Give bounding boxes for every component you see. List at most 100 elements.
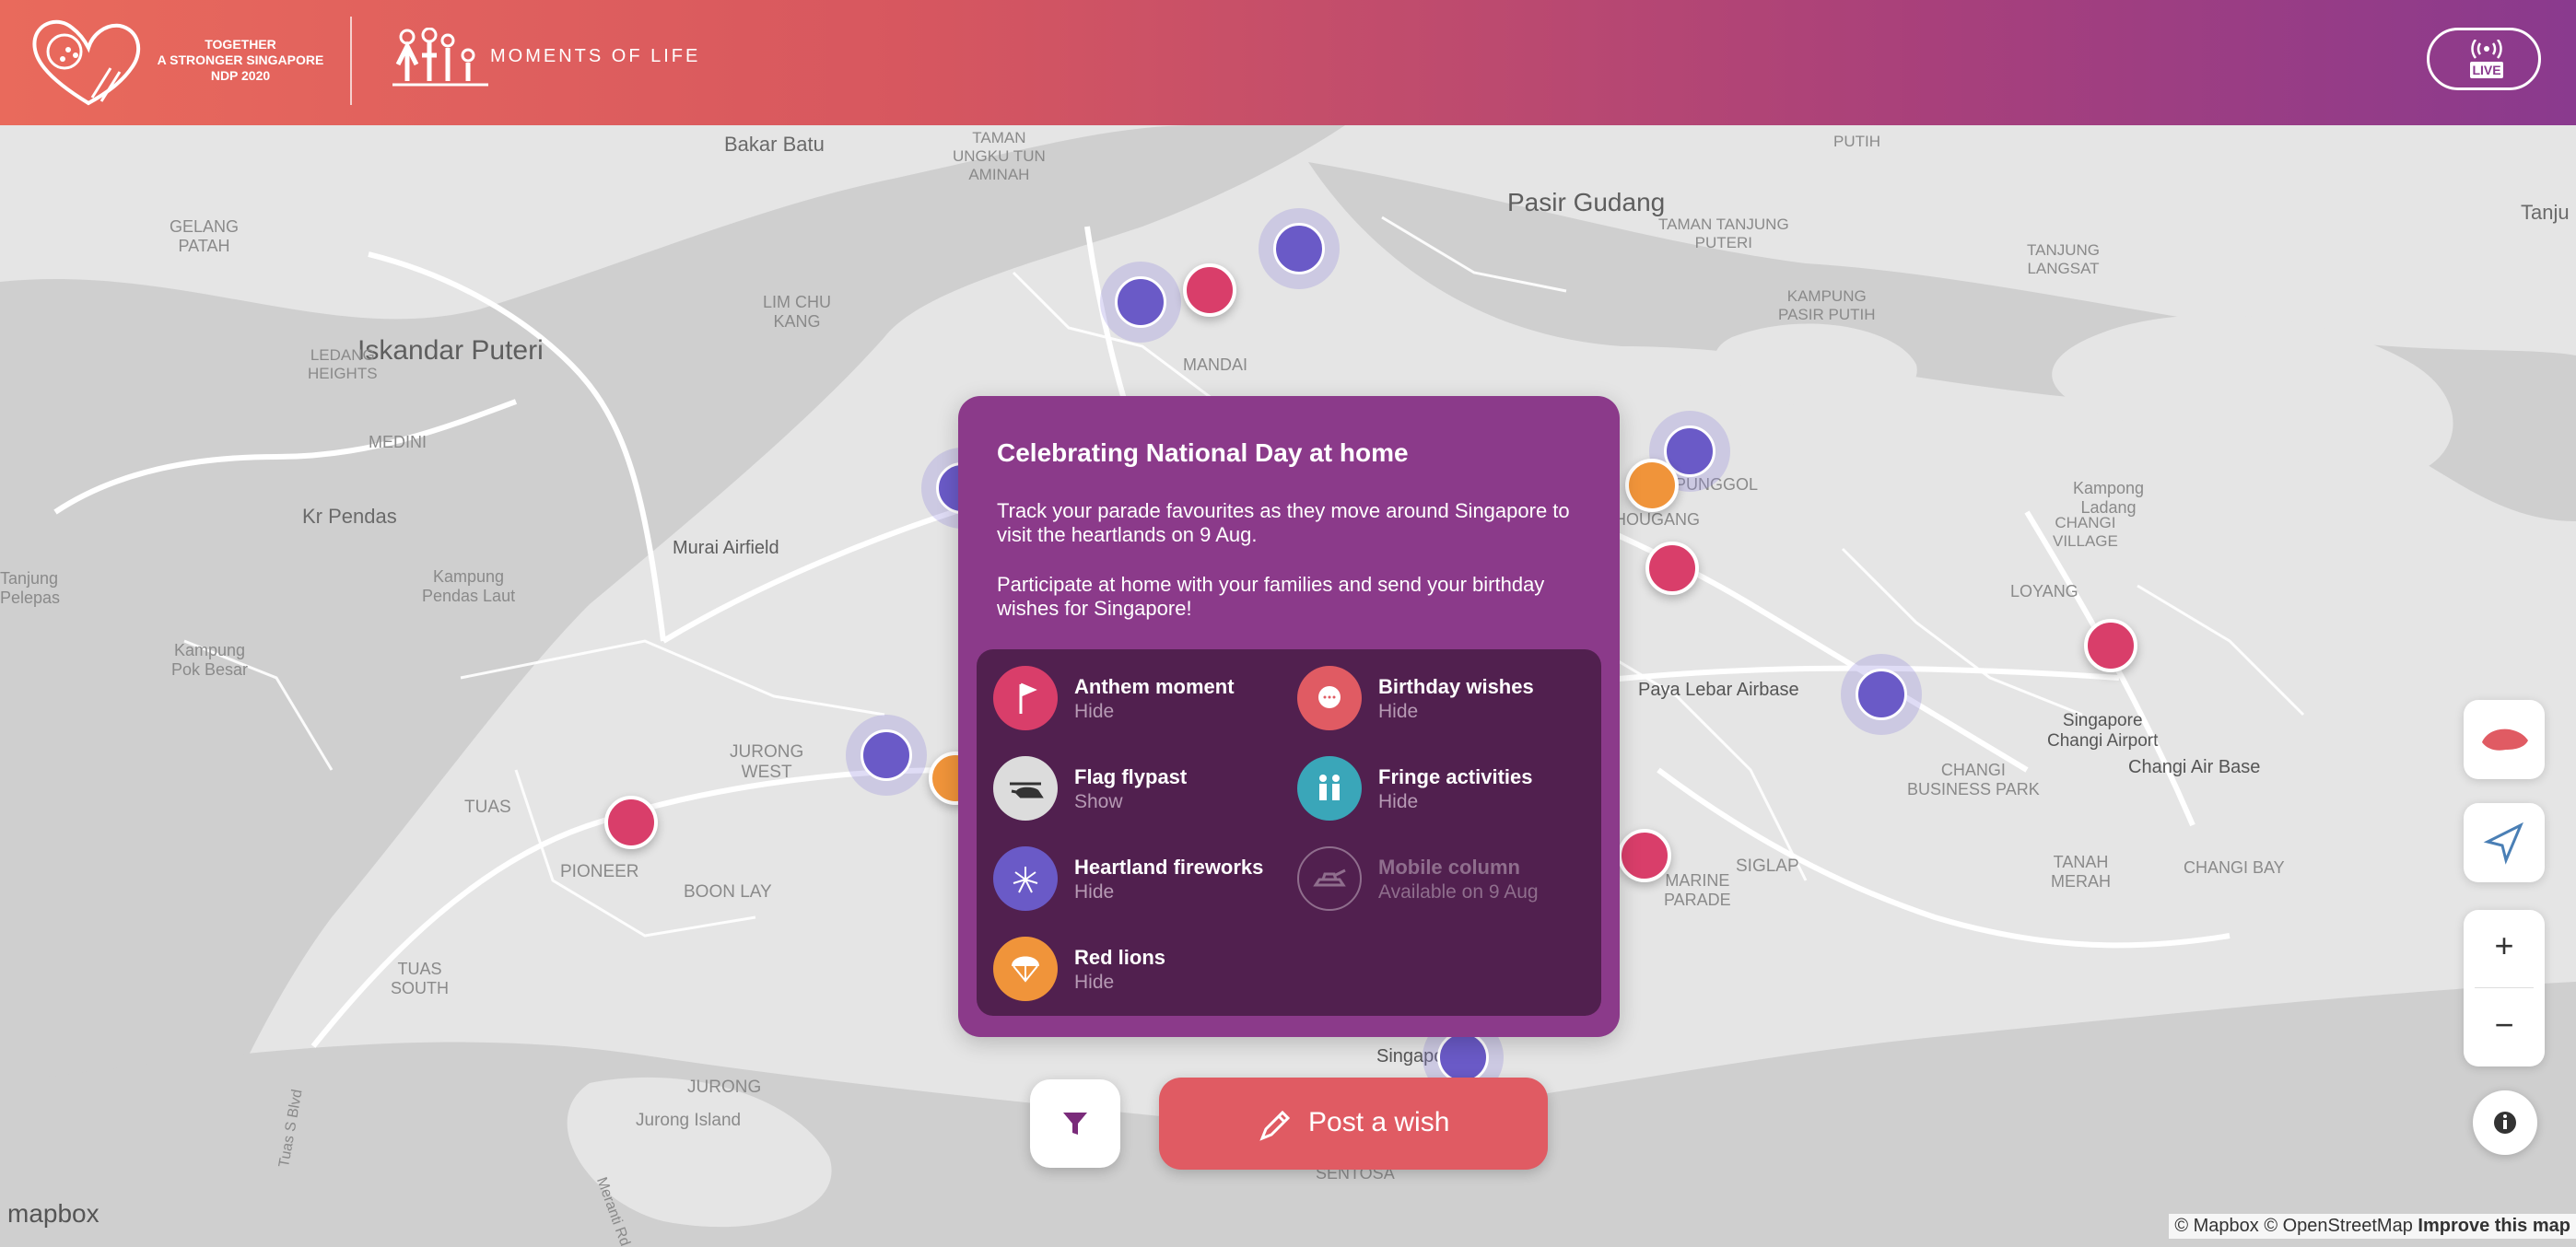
place-label: Singapore Changi Airport — [2047, 711, 2159, 751]
filter-button[interactable] — [1030, 1079, 1120, 1168]
svg-text:LIVE: LIVE — [2472, 63, 2500, 77]
pencil-icon — [1259, 1110, 1291, 1141]
navigation-arrow-icon — [2483, 822, 2523, 865]
place-label: Pasir Gudang — [1507, 188, 1666, 216]
place-label: LOYANG — [2010, 582, 2078, 600]
logo-text-line: NDP 2020 — [210, 68, 271, 83]
legend-toggle[interactable]: Hide — [1378, 791, 1418, 813]
legend-toggle[interactable]: Hide — [1378, 701, 1418, 723]
post-wish-button[interactable]: Post a wish — [1159, 1078, 1548, 1170]
place-label: CHANGI VILLAGE — [2053, 514, 2118, 550]
legend-item-heartland-fireworks[interactable]: Heartland fireworks Hide — [993, 837, 1288, 911]
anthem-marker[interactable] — [1645, 542, 1699, 595]
anthem-marker[interactable] — [2084, 619, 2137, 672]
legend-item-flag-flypast[interactable]: Flag flypast Show — [993, 747, 1288, 821]
place-label: MARINE PARADE — [1664, 871, 1731, 909]
fireworks-marker[interactable] — [1259, 208, 1340, 289]
place-label: Kampung Pendas Laut — [422, 567, 516, 605]
place-label: Tanjung Pelepas — [0, 569, 61, 607]
info-popup: Celebrating National Day at home Track y… — [958, 396, 1620, 1037]
improve-map-link[interactable]: Improve this map — [2418, 1216, 2570, 1236]
place-label: CHANGI BAY — [2184, 858, 2285, 877]
ndp-heart-logo-icon[interactable] — [28, 13, 149, 109]
place-label: GELANG PATAH — [170, 217, 240, 255]
logo-text-line: TOGETHER — [205, 37, 276, 52]
info-icon — [2494, 1112, 2516, 1134]
legend-toggle[interactable]: Show — [1074, 791, 1123, 813]
popup-title: Celebrating National Day at home — [997, 438, 1409, 467]
place-label: TANJUNG LANGSAT — [2027, 241, 2101, 277]
legend-item-mobile-column: Mobile column Available on 9 Aug — [1297, 837, 1592, 911]
legend-panel: Anthem moment Hide Birthday wishes Hide … — [977, 649, 1601, 1016]
singapore-shape-icon — [2482, 728, 2528, 751]
fireworks-icon — [1856, 669, 1907, 720]
page-title: MOMENTS OF LIFE — [490, 46, 701, 66]
place-label: PUTIH — [1833, 133, 1880, 150]
fireworks-icon — [1437, 1031, 1489, 1083]
popup-paragraph: Track your parade favourites as they mov… — [997, 499, 1570, 546]
logo-text-line: A STRONGER SINGAPORE — [157, 52, 324, 67]
legend-toggle[interactable]: Hide — [1074, 881, 1114, 903]
locate-button[interactable] — [2464, 803, 2545, 882]
place-label: Tanju — [2521, 201, 2570, 224]
fireworks-marker[interactable] — [1100, 262, 1181, 343]
place-label: MEDINI — [369, 433, 427, 451]
legend-toggle[interactable]: Hide — [1074, 701, 1114, 723]
place-label: Murai Airfield — [673, 538, 779, 558]
place-label: TUAS — [464, 798, 511, 817]
legend-label: Heartland fireworks — [1074, 856, 1264, 879]
app-header: TOGETHER A STRONGER SINGAPORE NDP 2020 M… — [0, 0, 2576, 125]
legend-label: Fringe activities — [1378, 765, 1533, 788]
place-label: Kampong Ladang — [2073, 479, 2145, 517]
post-wish-label: Post a wish — [1308, 1107, 1450, 1137]
place-label: Kr Pendas — [302, 505, 397, 528]
info-button[interactable] — [2473, 1090, 2537, 1155]
singapore-map-button[interactable] — [2464, 700, 2545, 779]
place-label: MANDAI — [1183, 355, 1248, 374]
place-label: Kampung Pok Besar — [171, 641, 249, 679]
place-label: Jurong Island — [636, 1111, 742, 1130]
place-label: LIM CHU KANG — [763, 293, 832, 331]
place-label: TAMAN UNGKU TUN AMINAH — [953, 129, 1046, 183]
legend-label: Flag flypast — [1074, 765, 1188, 788]
place-label: Changi Air Base — [2128, 757, 2261, 777]
place-label: JURONG WEST — [730, 742, 804, 782]
red-lions-marker[interactable] — [1625, 459, 1679, 512]
anthem-marker[interactable] — [1183, 263, 1236, 317]
attribution-text[interactable]: © Mapbox © OpenStreetMap — [2174, 1216, 2413, 1236]
place-label: HOUGANG — [1614, 510, 1701, 529]
place-label: SIGLAP — [1736, 857, 1799, 876]
live-button[interactable]: LIVE — [2427, 28, 2541, 90]
legend-item-red-lions[interactable]: Red lions Hide — [993, 927, 1288, 1001]
place-label: PIONEER — [560, 862, 639, 881]
fireworks-marker[interactable] — [1841, 654, 1922, 735]
fireworks-icon — [861, 729, 912, 781]
zoom-in-button[interactable]: + — [2464, 927, 2545, 965]
fireworks-icon — [993, 846, 1058, 911]
family-icon — [392, 28, 488, 87]
fireworks-icon — [1273, 223, 1325, 274]
legend-item-anthem-moment[interactable]: Anthem moment Hide — [993, 657, 1288, 730]
header-divider — [350, 17, 352, 105]
legend-status: Available on 9 Aug — [1378, 881, 1539, 903]
legend-label: Red lions — [1074, 946, 1166, 969]
place-label: Bakar Batu — [724, 133, 825, 156]
fireworks-marker[interactable] — [846, 715, 927, 796]
fireworks-icon — [1115, 276, 1166, 328]
place-label: Iskandar Puteri — [357, 335, 544, 366]
legend-toggle[interactable]: Hide — [1074, 972, 1114, 994]
anthem-marker[interactable] — [604, 796, 658, 849]
tank-icon — [1297, 846, 1362, 911]
mapbox-logo[interactable]: mapbox — [7, 1199, 100, 1229]
legend-label: Mobile column — [1378, 856, 1520, 879]
zoom-out-button[interactable]: − — [2464, 1006, 2545, 1044]
anthem-marker[interactable] — [1618, 829, 1671, 882]
place-label: JURONG — [687, 1078, 762, 1097]
legend-label: Birthday wishes — [1378, 675, 1534, 698]
zoom-divider — [2475, 987, 2534, 988]
popup-paragraph: Participate at home with your families a… — [997, 573, 1545, 620]
legend-item-fringe-activities[interactable]: Fringe activities Hide — [1297, 747, 1592, 821]
people-icon — [1297, 756, 1362, 821]
flag-icon — [993, 666, 1058, 730]
legend-item-birthday-wishes[interactable]: Birthday wishes Hide — [1297, 657, 1592, 730]
